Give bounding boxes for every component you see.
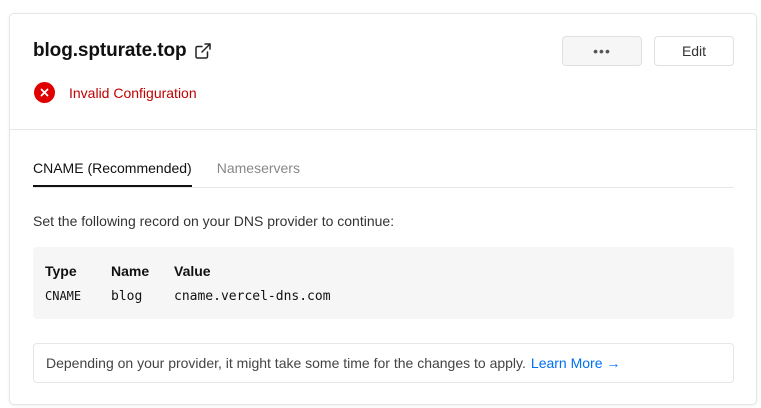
column-header-type: Type (45, 263, 77, 279)
column-header-value: Value (174, 263, 211, 279)
error-icon (34, 82, 55, 103)
dns-tabs: CNAME (Recommended) Nameservers (33, 160, 734, 188)
propagation-note: Depending on your provider, it might tak… (33, 343, 734, 383)
tab-cname[interactable]: CNAME (Recommended) (33, 160, 192, 187)
learn-more-link[interactable]: Learn More → (531, 355, 620, 371)
more-dots-icon: ••• (593, 43, 611, 59)
status-row: Invalid Configuration (34, 82, 197, 103)
more-options-button[interactable]: ••• (562, 36, 642, 66)
edit-button[interactable]: Edit (654, 36, 734, 66)
tab-nameservers[interactable]: Nameservers (217, 160, 300, 187)
record-name: blog (111, 289, 143, 304)
domain-card: blog.spturate.top Invalid Configuration … (9, 13, 757, 405)
record-value: cname.vercel-dns.com (174, 289, 331, 304)
domain-title[interactable]: blog.spturate.top (33, 40, 187, 62)
instructions-text: Set the following record on your DNS pro… (33, 213, 395, 229)
record-type: CNAME (45, 289, 82, 303)
status-text: Invalid Configuration (69, 84, 197, 101)
domain-title-row: blog.spturate.top (33, 40, 212, 62)
dns-records-table: Type Name Value CNAME blog cname.vercel-… (33, 247, 734, 319)
column-header-name: Name (111, 263, 150, 279)
note-text: Depending on your provider, it might tak… (46, 355, 526, 371)
external-link-icon[interactable] (194, 42, 212, 60)
domain-header: blog.spturate.top Invalid Configuration … (10, 14, 756, 130)
